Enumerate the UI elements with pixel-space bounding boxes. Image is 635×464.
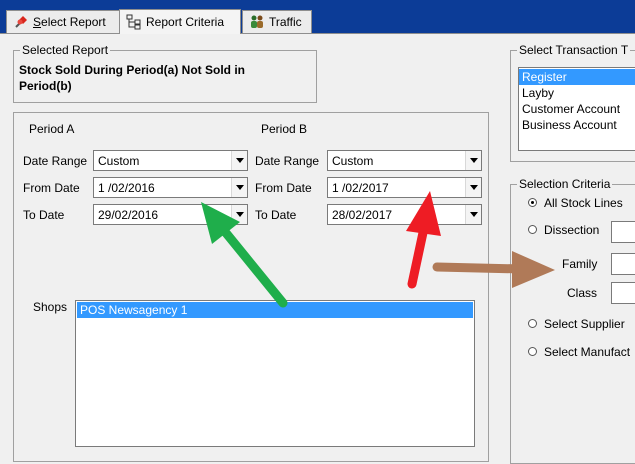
dissection-input[interactable] [611,221,635,243]
chevron-down-icon[interactable] [231,205,247,224]
period-a-to-label: To Date [23,208,65,222]
period-b-to-value: 28/02/2017 [332,208,393,222]
chevron-down-icon[interactable] [231,178,247,197]
chevron-down-icon[interactable] [465,178,481,197]
period-b-from-date-picker[interactable]: 1 /02/2017 [327,177,482,198]
list-item[interactable]: Customer Account [519,101,635,117]
tab-traffic[interactable]: Traffic [242,10,312,33]
period-b-from-label: From Date [255,181,312,195]
period-a-date-range-value: Custom [98,154,140,168]
period-b-to-label: To Date [255,208,297,222]
selected-report-group: Selected Report Stock Sold During Period… [13,43,317,103]
dissection-label: Dissection [544,223,600,237]
list-item[interactable]: Register [519,69,635,85]
period-a-header: Period A [29,122,75,136]
select-manufacturer-radio[interactable] [528,347,537,356]
list-item[interactable]: Business Account [519,117,635,133]
period-b-header: Period B [261,122,308,136]
shops-listbox[interactable]: POS Newsagency 1 [75,300,475,447]
class-input[interactable] [611,282,635,304]
period-a-from-date-picker[interactable]: 1 /02/2016 [93,177,248,198]
list-item[interactable]: Layby [519,85,635,101]
tab-select-report[interactable]: Select Report [6,10,120,33]
period-a-to-value: 29/02/2016 [98,208,159,222]
select-manufacturer-label: Select Manufact [544,345,631,359]
period-a-date-range-label: Date Range [23,154,88,168]
chevron-down-icon[interactable] [465,205,481,224]
period-b-date-range-select[interactable]: Custom [327,150,482,171]
list-item[interactable]: POS Newsagency 1 [77,302,473,318]
period-a-to-date-picker[interactable]: 29/02/2016 [93,204,248,225]
period-b-date-range-value: Custom [332,154,374,168]
tab-traffic-label: Traffic [269,15,302,29]
period-b-to-date-picker[interactable]: 28/02/2017 [327,204,482,225]
transaction-type-listbox[interactable]: Register Layby Customer Account Business… [518,67,635,151]
family-input[interactable] [611,253,635,275]
period-a-from-label: From Date [23,181,80,195]
select-supplier-label: Select Supplier [544,317,625,331]
family-label: Family [562,257,598,271]
tab-report-criteria-label: Report Criteria [146,15,225,29]
period-b-date-range-label: Date Range [255,154,320,168]
people-icon [249,14,265,30]
class-label: Class [567,286,598,300]
tree-icon [126,14,142,30]
dissection-radio[interactable] [528,225,537,234]
selected-report-legend: Selected Report [20,43,111,57]
period-b-from-value: 1 /02/2017 [332,181,389,195]
all-stock-label: All Stock Lines [544,196,623,210]
pin-icon [13,14,29,30]
period-a-from-value: 1 /02/2016 [98,181,155,195]
shops-label: Shops [33,300,68,314]
selection-criteria-legend: Selection Criteria [517,177,613,191]
chevron-down-icon[interactable] [231,151,247,170]
tab-report-criteria[interactable]: Report Criteria [119,9,241,34]
select-supplier-radio[interactable] [528,319,537,328]
selected-report-title: Stock Sold During Period(a) Not Sold in … [19,63,246,93]
chevron-down-icon[interactable] [465,151,481,170]
transaction-type-legend: Select Transaction T [517,43,631,57]
period-a-date-range-select[interactable]: Custom [93,150,248,171]
all-stock-radio[interactable] [528,198,537,207]
tab-select-report-label: Select Report [33,15,106,29]
